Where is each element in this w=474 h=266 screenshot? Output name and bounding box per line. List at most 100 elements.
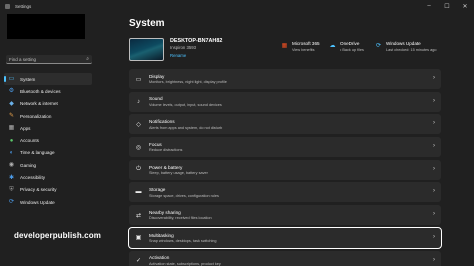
monitor-icon: ▭ (135, 76, 142, 83)
watermark: developerpublish.com (14, 231, 101, 240)
card-title: Nearby sharing (149, 209, 181, 215)
close-button[interactable]: ✕ (456, 0, 474, 12)
card-storage[interactable]: ▬ Storage Storage space, drives, configura… (129, 182, 441, 203)
focus-icon: ◎ (135, 144, 142, 151)
sidebar-item-privacy-security[interactable]: ⛨ Privacy & security (4, 184, 92, 196)
card-subtitle: Monitors, brightness, night light, displ… (149, 80, 227, 85)
user-profile-redacted[interactable] (7, 14, 85, 39)
card-focus[interactable]: ◎ Focus Reduce distractions › (129, 137, 441, 158)
card-subtitle: Reduce distractions (149, 148, 183, 153)
windows-update-tile[interactable]: ⟳ Windows Update Last checked: 15 minute… (375, 41, 436, 52)
card-subtitle: Storage space, drives, configuration rul… (149, 193, 219, 198)
microsoft-365-title: Microsoft 365 (292, 41, 320, 46)
sidebar-item-label: Privacy & security (20, 187, 57, 193)
sidebar-item-label: Bluetooth & devices (20, 88, 61, 94)
window-title: Settings (15, 3, 32, 9)
card-nearby-sharing[interactable]: ⇄ Nearby sharing Discoverability, received… (129, 205, 441, 226)
search-icon[interactable]: ⌕ (86, 56, 89, 62)
windows-update-sub: Last checked: 15 minutes ago (386, 47, 437, 52)
power-icon: ⏻ (136, 166, 141, 173)
sidebar-item-gaming[interactable]: ◉ Gaming (4, 159, 92, 171)
card-title: Display (149, 73, 165, 79)
microsoft-365-tile[interactable]: ▦ Microsoft 365 View benefits (281, 41, 320, 52)
apps-icon: ▦ (8, 125, 15, 132)
card-subtitle: Volume levels, output, input, sound devi… (149, 102, 222, 107)
device-thumbnail (129, 38, 164, 61)
check-icon: ✓ (135, 258, 142, 264)
update-icon: ⟳ (8, 199, 15, 206)
sidebar-item-accessibility[interactable]: ✱ Accessibility (4, 171, 92, 183)
sidebar-nav: ▭ System ⚙ Bluetooth & devices ◆ Network & in… (4, 73, 92, 208)
sidebar-item-label: Accounts (20, 138, 39, 144)
update-icon: ⟳ (375, 43, 382, 49)
card-title: Focus (149, 141, 162, 147)
chevron-right-icon: › (433, 97, 435, 104)
sidebar-item-label: System (20, 76, 36, 82)
sidebar-item-apps[interactable]: ▦ Apps (4, 122, 92, 134)
card-title: Notifications (149, 119, 175, 125)
sidebar-item-label: Network & internet (20, 101, 58, 107)
storage-icon: ▬ (135, 189, 142, 196)
minimize-button[interactable]: – (420, 0, 438, 12)
maximize-button[interactable]: ☐ (438, 0, 456, 12)
chevron-right-icon: › (433, 143, 435, 150)
sidebar-item-label: Windows Update (20, 199, 55, 205)
search-box[interactable]: ⌕ (6, 55, 92, 64)
card-notifications[interactable]: ◇ Notifications Alerts from apps and syste… (129, 114, 441, 135)
card-display[interactable]: ▭ Display Monitors, brightness, night ligh… (129, 69, 441, 89)
gamepad-icon: ◉ (8, 162, 15, 169)
sidebar-item-personalization[interactable]: ✎ Personalization (4, 110, 92, 122)
microsoft-365-icon: ▦ (281, 43, 288, 49)
card-multitasking[interactable]: ▣ Multitasking Snap windows, desktops, tas… (128, 226, 442, 249)
card-title: Storage (149, 187, 166, 193)
sidebar-item-network-internet[interactable]: ◆ Network & internet (4, 98, 92, 110)
card-title: Multitasking (149, 232, 174, 238)
chevron-right-icon: › (433, 165, 435, 172)
main-content: System DESKTOP-BN7AH82 Inspiron 3593 Ren… (122, 12, 474, 266)
card-subtitle: Activation state, subscriptions, product… (149, 261, 221, 266)
card-title: Activation (149, 255, 170, 261)
share-icon: ⇄ (135, 212, 142, 219)
card-sound[interactable]: ♪ Sound Volume levels, output, input, soun… (129, 91, 441, 112)
onedrive-tile[interactable]: ☁ OneDrive • Back up files (329, 41, 364, 52)
sidebar-item-time-language[interactable]: ◐ Time & language (4, 147, 92, 159)
search-input[interactable] (9, 56, 79, 62)
sidebar-item-label: Time & language (20, 150, 55, 156)
device-name: DESKTOP-BN7AH82 (170, 38, 223, 44)
clock-icon: ◐ (9, 149, 14, 156)
chevron-right-icon: › (433, 256, 435, 263)
monitor-icon: ▭ (8, 76, 15, 83)
speaker-icon: ♪ (137, 98, 140, 105)
sidebar-item-label: Apps (20, 125, 31, 131)
title-bar: Settings – ☐ ✕ (0, 0, 474, 12)
brush-icon: ✎ (8, 113, 15, 120)
card-subtitle: Discoverability, received files location (149, 216, 212, 221)
device-info: DESKTOP-BN7AH82 Inspiron 3593 Rename (129, 38, 222, 61)
windows-update-title: Windows Update (386, 41, 421, 46)
settings-cards: ▭ Display Monitors, brightness, night ligh… (128, 69, 442, 266)
shield-icon: ⛨ (9, 186, 14, 193)
chevron-right-icon: › (433, 211, 435, 218)
device-model: Inspiron 3593 (170, 45, 197, 50)
wifi-icon: ◆ (9, 100, 14, 107)
card-power-battery[interactable]: ⏻ Power & battery Sleep, battery usage, ba… (129, 159, 441, 180)
sidebar-item-label: Personalization (20, 113, 52, 119)
bluetooth-icon: ⚙ (8, 88, 15, 95)
sidebar-item-windows-update[interactable]: ⟳ Windows Update (4, 196, 92, 208)
sidebar-item-accounts[interactable]: ● Accounts (4, 134, 92, 146)
sidebar-item-label: Gaming (20, 162, 37, 168)
sidebar-item-bluetooth-devices[interactable]: ⚙ Bluetooth & devices (4, 85, 92, 97)
card-subtitle: Sleep, battery usage, battery saver (149, 171, 208, 175)
onedrive-title: OneDrive (340, 41, 360, 46)
card-title: Power & battery (149, 164, 183, 170)
accessibility-icon: ✱ (8, 174, 15, 181)
chevron-right-icon: › (433, 188, 435, 195)
card-activation[interactable]: ✓ Activation Activation state, subscriptio… (129, 250, 441, 266)
chevron-right-icon: › (433, 233, 435, 240)
settings-app-icon (5, 3, 10, 9)
window-controls: – ☐ ✕ (420, 0, 474, 12)
chevron-right-icon: › (433, 120, 435, 127)
rename-link[interactable]: Rename (170, 53, 222, 58)
card-subtitle: Snap windows, desktops, task switching (149, 239, 217, 244)
sidebar-item-system[interactable]: ▭ System (4, 73, 92, 86)
